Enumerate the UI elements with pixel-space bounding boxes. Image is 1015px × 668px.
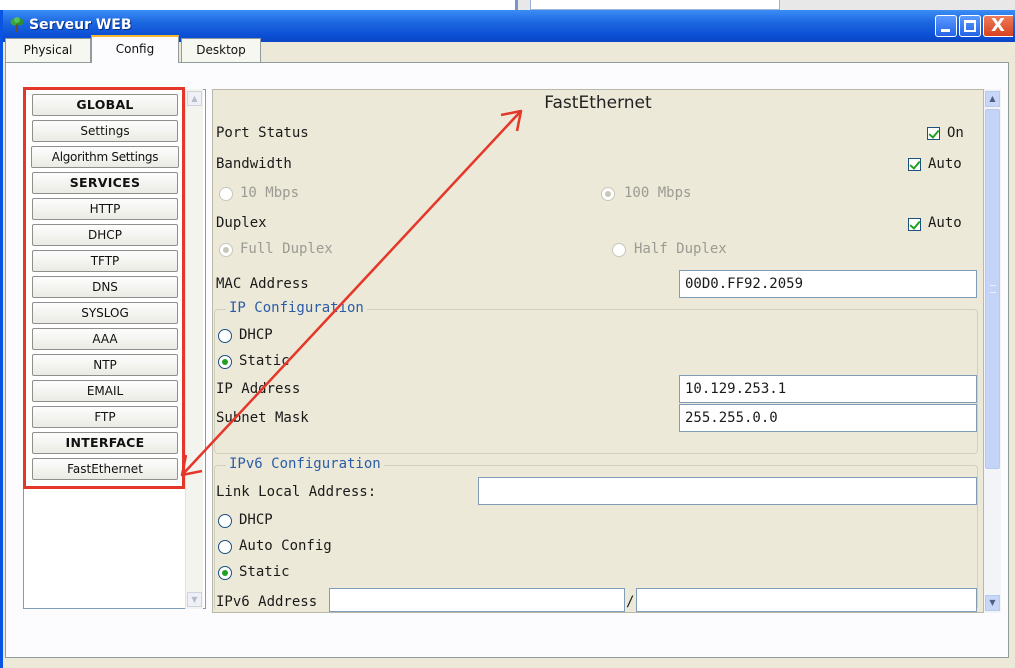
half-duplex-label: Half Duplex [634, 241, 727, 257]
bw-100-label: 100 Mbps [624, 185, 692, 201]
ipv6-auto-label: Auto Config [239, 538, 332, 554]
panel-scrollbar[interactable]: ▲ ▼ [984, 89, 1001, 613]
nav-header-services[interactable]: SERVICES [32, 172, 178, 194]
nav-header-global[interactable]: GLOBAL [32, 94, 178, 116]
maximize-icon [964, 20, 976, 32]
ip-static-radio[interactable] [218, 355, 232, 369]
subnet-mask-label: Subnet Mask [216, 410, 309, 426]
link-local-label: Link Local Address: [216, 484, 377, 500]
nav-item-fastethernet[interactable]: FastEthernet [32, 458, 178, 480]
nav-item-http[interactable]: HTTP [32, 198, 178, 220]
ipv6-configuration-legend: IPv6 Configuration [226, 456, 384, 472]
bw-10-radio[interactable] [219, 187, 233, 201]
ipv6-auto-radio[interactable] [218, 540, 232, 554]
bandwidth-auto-checkbox[interactable] [908, 158, 921, 171]
scroll-up-icon[interactable]: ▲ [985, 91, 1000, 107]
config-nav-scrollbar[interactable]: ▲ ▼ [185, 89, 203, 609]
tab-physical[interactable]: Physical [5, 38, 91, 62]
tab-desktop[interactable]: Desktop [181, 38, 261, 62]
minimize-icon [941, 29, 950, 32]
ipv6-prefix-field[interactable] [636, 588, 977, 612]
bw-100-radio[interactable] [601, 187, 615, 201]
bandwidth-label: Bandwidth [216, 156, 292, 172]
close-button[interactable]: X [983, 15, 1013, 37]
half-duplex-radio[interactable] [612, 243, 626, 257]
port-on-label: On [947, 125, 964, 141]
ip-dhcp-radio[interactable] [218, 329, 232, 343]
ipv6-dhcp-label: DHCP [239, 512, 273, 528]
ipv6-prefix-separator: / [626, 594, 635, 610]
mac-address-field[interactable]: 00D0.FF92.2059 [679, 270, 977, 298]
subnet-mask-field[interactable]: 255.255.0.0 [679, 404, 977, 432]
nav-item-dns[interactable]: DNS [32, 276, 178, 298]
ip-dhcp-label: DHCP [239, 327, 273, 343]
duplex-auto-checkbox[interactable] [908, 218, 921, 231]
scroll-up-icon[interactable]: ▲ [187, 91, 202, 106]
scroll-down-icon[interactable]: ▼ [985, 595, 1000, 611]
link-local-field[interactable] [478, 477, 977, 505]
maximize-button[interactable] [959, 15, 981, 37]
nav-item-aaa[interactable]: AAA [32, 328, 178, 350]
background-window-field [530, 0, 780, 10]
nav-item-syslog[interactable]: SYSLOG [32, 302, 178, 324]
duplex-label: Duplex [216, 215, 267, 231]
scroll-thumb[interactable] [985, 109, 1000, 469]
ip-address-label: IP Address [216, 381, 301, 397]
mac-address-label: MAC Address [216, 276, 309, 292]
nav-item-settings[interactable]: Settings [32, 120, 178, 142]
ip-address-field[interactable]: 10.129.253.1 [679, 375, 977, 403]
ip-static-label: Static [239, 353, 290, 369]
panel-title: FastEthernet [544, 93, 652, 113]
duplex-auto-label: Auto [928, 215, 962, 231]
ipv6-address-label: IPv6 Address [216, 594, 318, 610]
nav-item-ftp[interactable]: FTP [32, 406, 178, 428]
full-duplex-label: Full Duplex [240, 241, 333, 257]
ipv6-static-radio[interactable] [218, 566, 232, 580]
close-icon: X [991, 15, 1005, 36]
server-tree-icon [10, 17, 24, 32]
ipv6-address-field[interactable] [329, 588, 625, 612]
ipv6-dhcp-radio[interactable] [218, 514, 232, 528]
minimize-button[interactable] [935, 15, 957, 37]
nav-item-algorithm-settings[interactable]: Algorithm Settings [31, 146, 179, 168]
bandwidth-auto-label: Auto [928, 156, 962, 172]
window-title: Serveur WEB [29, 17, 132, 33]
ipv6-static-label: Static [239, 564, 290, 580]
port-on-checkbox[interactable] [927, 127, 940, 140]
nav-item-ntp[interactable]: NTP [32, 354, 178, 376]
nav-header-interface[interactable]: INTERFACE [32, 432, 178, 454]
scroll-grip-icon [990, 285, 996, 293]
nav-item-dhcp[interactable]: DHCP [32, 224, 178, 246]
background-window-edge [515, 0, 1015, 10]
nav-item-email[interactable]: EMAIL [32, 380, 178, 402]
full-duplex-radio[interactable] [219, 243, 233, 257]
ip-configuration-legend: IP Configuration [226, 300, 367, 316]
port-status-label: Port Status [216, 125, 309, 141]
bw-10-label: 10 Mbps [240, 185, 300, 201]
tab-config[interactable]: Config [91, 35, 179, 63]
scroll-down-icon[interactable]: ▼ [187, 592, 202, 607]
nav-item-tftp[interactable]: TFTP [32, 250, 178, 272]
